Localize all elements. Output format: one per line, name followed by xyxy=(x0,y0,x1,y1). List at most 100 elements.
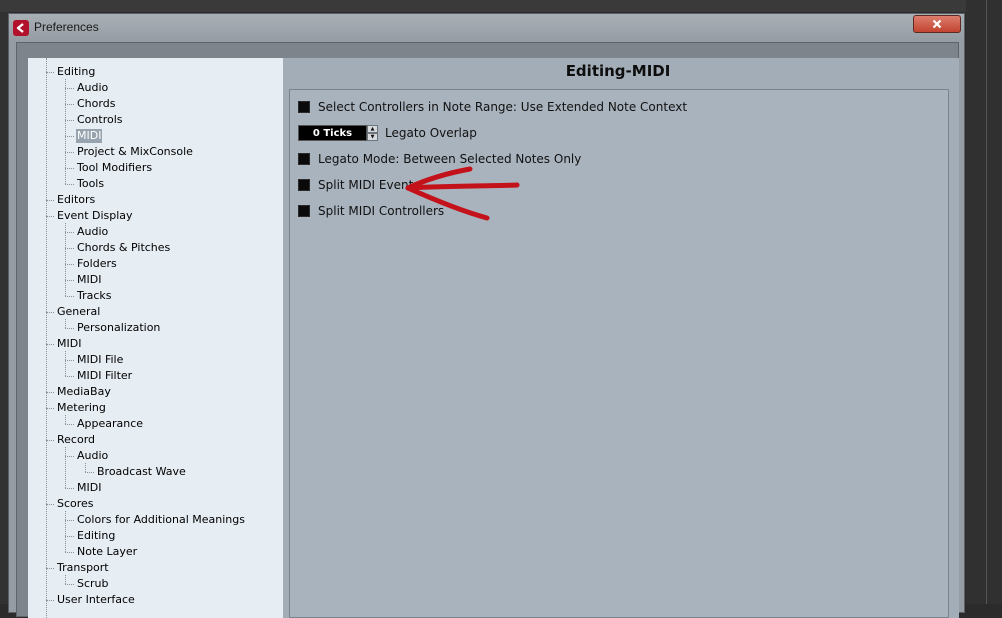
tree-connector xyxy=(65,360,74,361)
tree-item[interactable]: MediaBay xyxy=(56,385,112,399)
tree-item[interactable]: Project & MixConsole xyxy=(76,145,194,159)
tree-connector xyxy=(65,88,74,89)
panel-title: Editing-MIDI xyxy=(565,62,671,80)
tree-item[interactable]: MIDI Filter xyxy=(76,369,133,383)
tree-connector xyxy=(65,223,66,296)
legato-overlap-stepper[interactable]: 0 Ticks ▲ ▼ xyxy=(298,125,378,141)
tree-item[interactable]: Audio xyxy=(76,81,109,95)
tree-item[interactable]: Record xyxy=(56,433,96,447)
tree-connector xyxy=(65,79,66,184)
tree-connector xyxy=(46,408,54,409)
tree-item[interactable]: Event Display xyxy=(56,209,134,223)
close-icon xyxy=(932,19,942,29)
tree-connector xyxy=(65,552,74,553)
option-label: Split MIDI Controllers xyxy=(318,204,445,218)
background-divider xyxy=(986,0,987,604)
tree-item[interactable]: Audio xyxy=(76,225,109,239)
tree-item[interactable]: Note Layer xyxy=(76,545,138,559)
decrement-arrow-icon[interactable]: ▼ xyxy=(367,133,378,141)
tree-connector xyxy=(65,328,74,329)
tree-item[interactable]: Personalization xyxy=(76,321,161,335)
tree-connector xyxy=(46,504,54,505)
tree-connector xyxy=(65,415,66,424)
tree-connector xyxy=(65,264,74,265)
tree-item[interactable]: Transport xyxy=(56,561,110,575)
tree-connector xyxy=(65,447,66,488)
tree-item[interactable]: Chords & Pitches xyxy=(76,241,171,255)
select-controllers-note-range-checkbox[interactable] xyxy=(298,101,310,113)
tree-item[interactable]: MIDI xyxy=(76,273,102,287)
increment-arrow-icon[interactable]: ▲ xyxy=(367,125,378,133)
tree-connector xyxy=(85,472,94,473)
tree-item[interactable]: Tool Modifiers xyxy=(76,161,153,175)
settings-panel: Editing-MIDI Select Controllers in Note … xyxy=(283,58,959,618)
tree-item[interactable]: General xyxy=(56,305,101,319)
tree-item[interactable]: Tracks xyxy=(76,289,113,303)
tree-connector xyxy=(65,248,74,249)
tree-connector xyxy=(46,200,54,201)
tree-item[interactable]: Appearance xyxy=(76,417,144,431)
tree-connector xyxy=(65,376,74,377)
tree-connector xyxy=(65,184,74,185)
tree-item[interactable]: Tools xyxy=(76,177,105,191)
legato-mode-checkbox[interactable] xyxy=(298,153,310,165)
tree-item[interactable]: Broadcast Wave xyxy=(96,465,187,479)
split-midi-controllers-row: Split MIDI Controllers xyxy=(298,203,444,219)
window-title: Preferences xyxy=(34,20,99,34)
split-midi-events-row: Split MIDI Events xyxy=(298,177,420,193)
settings-group-box: Select Controllers in Note Range: Use Ex… xyxy=(289,89,949,618)
stepper-arrows: ▲ ▼ xyxy=(367,125,378,141)
tree-item[interactable]: Audio xyxy=(76,449,109,463)
tree-connector xyxy=(46,600,54,601)
legato-overlap-row: 0 Ticks ▲ ▼ Legato Overlap xyxy=(298,125,477,141)
tree-connector xyxy=(65,280,74,281)
tree-connector xyxy=(85,463,86,472)
background-app-left xyxy=(0,12,8,604)
option-label: Legato Mode: Between Selected Notes Only xyxy=(318,152,582,166)
tree-item[interactable]: MIDI xyxy=(56,337,82,351)
preferences-window: Preferences Editing Audio Chords Controls MI… xyxy=(8,13,965,618)
tree-item[interactable]: Controls xyxy=(76,113,124,127)
background-app-strip xyxy=(0,0,1002,12)
option-label: Legato Overlap xyxy=(385,126,477,140)
background-app-right xyxy=(966,0,1002,604)
tree-item[interactable]: Scrub xyxy=(76,577,110,591)
tree-connector xyxy=(65,536,74,537)
tree-connector xyxy=(46,216,54,217)
tree-item[interactable]: MIDI xyxy=(76,481,102,495)
tree-item[interactable]: Chords xyxy=(76,97,116,111)
tree-connector xyxy=(46,568,54,569)
tree-item[interactable]: Colors for Additional Meanings xyxy=(76,513,246,527)
tree-item[interactable]: Editing xyxy=(76,529,116,543)
tree-connector xyxy=(65,120,74,121)
preferences-tree[interactable]: Editing Audio Chords Controls MIDI Project & … xyxy=(28,58,284,618)
tree-connector xyxy=(46,72,54,73)
stepper-value[interactable]: 0 Ticks xyxy=(298,125,367,141)
option-label: Split MIDI Events xyxy=(318,178,420,192)
tree-item[interactable]: Folders xyxy=(76,257,118,271)
tree-item[interactable]: Editing xyxy=(56,65,96,79)
tree-connector xyxy=(46,392,54,393)
split-midi-events-checkbox[interactable] xyxy=(298,179,310,191)
tree-connector xyxy=(65,520,74,521)
option-label: Select Controllers in Note Range: Use Ex… xyxy=(318,100,688,114)
tree-item[interactable]: MIDI xyxy=(76,129,103,143)
split-midi-controllers-checkbox[interactable] xyxy=(298,205,310,217)
tree-connector xyxy=(65,511,66,552)
tree-connector xyxy=(65,168,74,169)
tree-connector xyxy=(65,136,74,137)
tree-item[interactable]: MIDI File xyxy=(76,353,124,367)
tree-item[interactable]: Editors xyxy=(56,193,96,207)
tree-item[interactable]: User Interface xyxy=(56,593,136,607)
tree-connector xyxy=(65,232,74,233)
select-controllers-note-range-row: Select Controllers in Note Range: Use Ex… xyxy=(298,99,687,115)
tree-connector xyxy=(65,319,66,328)
tree-connector xyxy=(46,344,54,345)
close-button[interactable] xyxy=(913,15,961,33)
tree-item[interactable]: Metering xyxy=(56,401,107,415)
tree-connector xyxy=(65,488,74,489)
title-bar[interactable]: Preferences xyxy=(9,14,964,42)
tree-item[interactable]: Scores xyxy=(56,497,95,511)
dialog-client-area: Editing Audio Chords Controls MIDI Project & … xyxy=(16,42,959,618)
tree-connector xyxy=(65,104,74,105)
